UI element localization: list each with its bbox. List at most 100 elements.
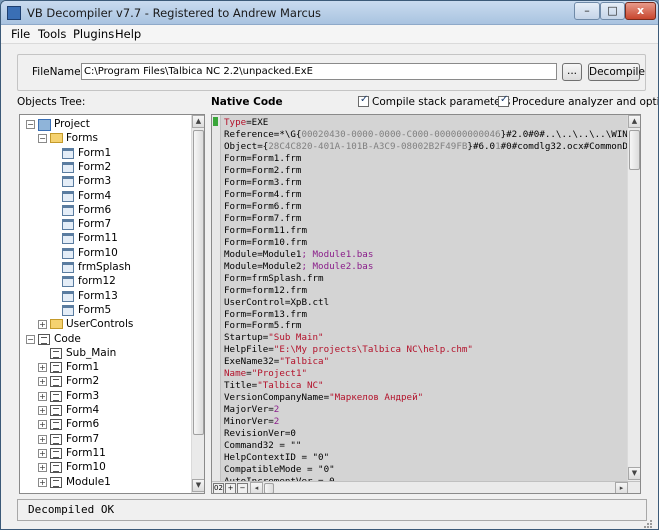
expand-icon[interactable]: +: [38, 463, 47, 473]
code-scroll-thumb[interactable]: [629, 130, 640, 170]
objects-tree[interactable]: − Project − Forms Form1 Form2 Form3 Form4 Form6 F…: [19, 114, 205, 494]
code-icon: [50, 390, 62, 402]
expand-icon[interactable]: +: [38, 377, 47, 387]
tree-item[interactable]: Form3: [20, 175, 190, 189]
code-vertical-scrollbar[interactable]: ▲ ▼: [627, 115, 640, 481]
tree-item-label: Form5: [78, 303, 112, 316]
browse-button[interactable]: ...: [562, 63, 582, 81]
close-button[interactable]: x: [625, 2, 656, 20]
tree-item[interactable]: − Project: [20, 118, 190, 132]
expand-icon[interactable]: +: [38, 434, 47, 444]
code-icon: [50, 476, 62, 488]
compile-stack-option[interactable]: Compile stack parameters: [358, 94, 510, 108]
tree-item[interactable]: + Form3: [20, 390, 190, 404]
code-scroll-down-icon[interactable]: ▼: [628, 467, 640, 480]
tree-item[interactable]: + Form1: [20, 361, 190, 375]
tree-item[interactable]: Form5: [20, 304, 190, 318]
compile-stack-checkbox[interactable]: [358, 94, 369, 107]
maximize-button[interactable]: □: [600, 2, 625, 20]
tree-item-label: Sub_Main: [66, 346, 117, 359]
expand-icon[interactable]: +: [38, 448, 47, 458]
expand-icon[interactable]: +: [38, 363, 47, 373]
tree-item[interactable]: − Code: [20, 333, 190, 347]
tree-scroll-thumb[interactable]: [193, 130, 204, 435]
tree-item[interactable]: frmSplash: [20, 261, 190, 275]
expand-icon[interactable]: +: [38, 406, 47, 415]
minimize-button[interactable]: –: [574, 2, 600, 20]
code-icon: [50, 405, 62, 416]
tree-item[interactable]: form12: [20, 275, 190, 289]
tree-item[interactable]: Form10: [20, 247, 190, 261]
collapse-icon[interactable]: −: [26, 334, 35, 344]
tree-scroll-down-icon[interactable]: ▼: [192, 479, 204, 492]
code-line: Form=Form4.frm: [224, 188, 302, 200]
tree-scroll-up-icon[interactable]: ▲: [192, 115, 204, 128]
tree-item[interactable]: + Form4: [20, 404, 190, 418]
menu-tools[interactable]: Tools: [38, 27, 66, 41]
tree-item[interactable]: Form11: [20, 232, 190, 246]
menu-help[interactable]: Help: [115, 27, 141, 41]
code-icon: [50, 419, 62, 431]
tree-item[interactable]: + Module1: [20, 476, 190, 490]
tree-item[interactable]: + Form2: [20, 375, 190, 389]
tree-item[interactable]: + Form10: [20, 461, 190, 475]
code-horizontal-scrollbar[interactable]: 02 + − ◂ ▸: [212, 481, 640, 493]
code-line: RevisionVer=0: [224, 428, 296, 440]
code-line: Object={28C4C820-401A-101B-A3C9-08002B2F…: [224, 140, 628, 152]
code-line: Form=Form11.frm: [224, 224, 307, 236]
tree-item[interactable]: Form4: [20, 190, 190, 204]
code-line: Form=Form10.frm: [224, 236, 307, 248]
resize-grip-icon[interactable]: [643, 519, 653, 529]
code-folder-icon: [38, 333, 50, 345]
filename-input[interactable]: C:\Program Files\Talbica NC 2.2\unpacked…: [81, 63, 557, 80]
tree-item-label: Project: [54, 118, 90, 130]
tree-item[interactable]: Form2: [20, 161, 190, 175]
native-code-view[interactable]: Type=EXE Reference=*\G{00020430-0000-0000…: [211, 114, 641, 494]
form-icon: [62, 219, 74, 231]
tree-item[interactable]: + Form6: [20, 418, 190, 432]
code-view-toggle-button[interactable]: 02: [213, 483, 224, 493]
tree-item[interactable]: Form6: [20, 204, 190, 218]
collapse-icon[interactable]: −: [26, 120, 35, 129]
code-scroll-right-icon[interactable]: ▸: [615, 482, 628, 493]
expand-icon[interactable]: +: [38, 420, 47, 430]
menu-file[interactable]: File: [11, 27, 30, 41]
tree-item[interactable]: Sub_Main: [20, 347, 190, 361]
tree-item-label: Form10: [78, 246, 118, 259]
tree-item-label: Form2: [78, 160, 112, 173]
tree-item-label: Form3: [66, 389, 100, 402]
current-line-marker: [213, 117, 218, 126]
tree-vertical-scrollbar[interactable]: ▲ ▼: [191, 115, 204, 493]
tree-item-label: Form4: [78, 189, 112, 202]
form-icon: [62, 147, 74, 159]
tree-item[interactable]: + UserControls: [20, 318, 190, 332]
code-zoom-out-button[interactable]: −: [237, 483, 248, 493]
objects-tree-label: Objects Tree:: [17, 96, 86, 108]
tree-item[interactable]: Form1: [20, 147, 190, 161]
expand-icon[interactable]: +: [38, 391, 47, 401]
code-line: Form=form12.frm: [224, 284, 307, 296]
menu-plugins[interactable]: Plugins: [73, 27, 114, 41]
native-code-label: Native Code: [211, 96, 283, 108]
tree-item-label: Forms: [66, 132, 98, 145]
folder-icon: [50, 133, 63, 144]
code-scroll-left-icon[interactable]: ◂: [250, 482, 263, 493]
procedure-analyzer-option[interactable]: Procedure analyzer and optimizer: [498, 94, 658, 108]
tree-item[interactable]: − Forms: [20, 132, 190, 146]
collapse-icon[interactable]: −: [38, 134, 47, 144]
tree-item[interactable]: + Form7: [20, 433, 190, 447]
form-icon: [62, 262, 74, 273]
code-hscroll-thumb[interactable]: [264, 483, 274, 493]
tree-item[interactable]: + Form11: [20, 447, 190, 461]
expand-icon[interactable]: +: [38, 320, 47, 330]
code-zoom-in-button[interactable]: +: [225, 483, 236, 493]
tree-item[interactable]: Form13: [20, 290, 190, 304]
code-text[interactable]: Type=EXE Reference=*\G{00020430-0000-0000…: [224, 117, 629, 481]
tree-item[interactable]: Form7: [20, 218, 190, 232]
procedure-analyzer-checkbox[interactable]: [498, 94, 509, 107]
tree-item-label: Form10: [66, 461, 106, 474]
tree-item-label: Form11: [66, 446, 106, 459]
decompile-button[interactable]: Decompile: [588, 63, 645, 81]
expand-icon[interactable]: +: [38, 477, 47, 487]
code-scroll-up-icon[interactable]: ▲: [628, 115, 640, 128]
